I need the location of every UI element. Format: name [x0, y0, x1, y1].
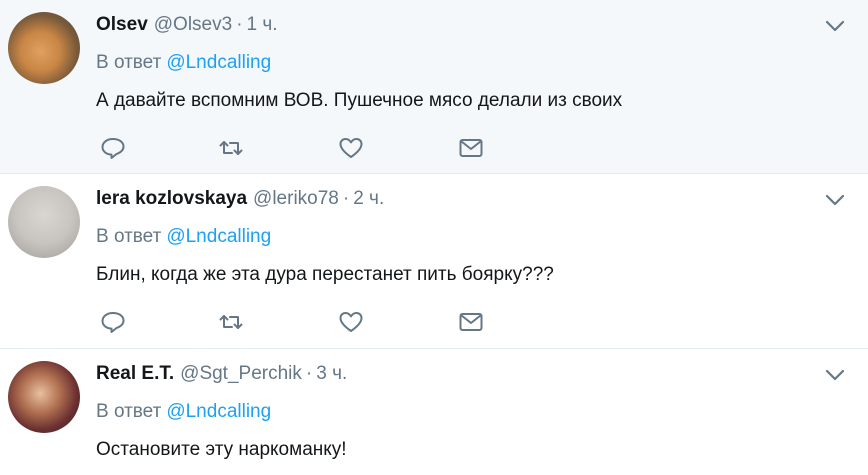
chevron-down-icon[interactable] — [824, 192, 846, 208]
reply-context: В ответ @Lndcalling — [96, 52, 271, 74]
chevron-down-icon[interactable] — [824, 18, 846, 34]
user-name[interactable]: lera kozlovskaya — [96, 188, 247, 209]
user-handle[interactable]: @Sgt_Perchik — [180, 363, 302, 384]
tweet-actions — [96, 136, 496, 160]
avatar[interactable] — [8, 186, 80, 258]
reply-prefix: В ответ — [96, 52, 162, 73]
separator-dot: · — [342, 188, 350, 209]
timestamp[interactable]: 1 ч. — [247, 14, 278, 35]
reply-prefix: В ответ — [96, 226, 162, 247]
chevron-down-icon[interactable] — [824, 367, 846, 383]
mention-link[interactable]: @Lndcalling — [166, 52, 271, 73]
reply-context: В ответ @Lndcalling — [96, 401, 271, 423]
mention-link[interactable]: @Lndcalling — [166, 226, 271, 247]
tweet-text: Блин, когда же эта дура перестанет пить … — [96, 264, 554, 285]
separator-dot: · — [236, 14, 243, 35]
reply-icon[interactable] — [100, 310, 126, 334]
user-handle[interactable]: @Olsev3 — [154, 14, 232, 35]
tweet-actions — [96, 310, 496, 334]
reply-prefix: В ответ — [96, 401, 162, 422]
user-name[interactable]: Olsev — [96, 14, 148, 35]
tweet-header: lera kozlovskaya @leriko78 · 2 ч. — [96, 188, 384, 210]
avatar[interactable] — [8, 361, 80, 433]
reply-context: В ответ @Lndcalling — [96, 226, 271, 248]
timestamp[interactable]: 3 ч. — [316, 363, 347, 384]
tweet[interactable]: lera kozlovskaya @leriko78 · 2 ч. В ответ @L… — [0, 174, 868, 349]
tweet-header: Olsev @Olsev3 · 1 ч. — [96, 14, 278, 36]
tweet-header: Real E.T. @Sgt_Perchik · 3 ч. — [96, 363, 347, 385]
tweet[interactable]: Real E.T. @Sgt_Perchik · 3 ч. В ответ @Lndca… — [0, 349, 868, 475]
direct-message-icon[interactable] — [458, 310, 484, 334]
retweet-icon[interactable] — [218, 310, 244, 334]
direct-message-icon[interactable] — [458, 136, 484, 160]
retweet-icon[interactable] — [218, 136, 244, 160]
mention-link[interactable]: @Lndcalling — [166, 401, 271, 422]
reply-icon[interactable] — [100, 136, 126, 160]
separator-dot: · — [305, 363, 313, 384]
like-icon[interactable] — [338, 136, 364, 160]
like-icon[interactable] — [338, 310, 364, 334]
tweet[interactable]: Olsev @Olsev3 · 1 ч. В ответ @Lndcalling А д… — [0, 0, 868, 174]
timestamp[interactable]: 2 ч. — [353, 188, 384, 209]
user-name[interactable]: Real E.T. — [96, 363, 174, 384]
tweet-text: А давайте вспомним ВОВ. Пушечное мясо де… — [96, 90, 623, 111]
user-handle[interactable]: @leriko78 — [253, 188, 339, 209]
avatar[interactable] — [8, 12, 80, 84]
tweet-text: Остановите эту наркоманку! — [96, 439, 347, 460]
